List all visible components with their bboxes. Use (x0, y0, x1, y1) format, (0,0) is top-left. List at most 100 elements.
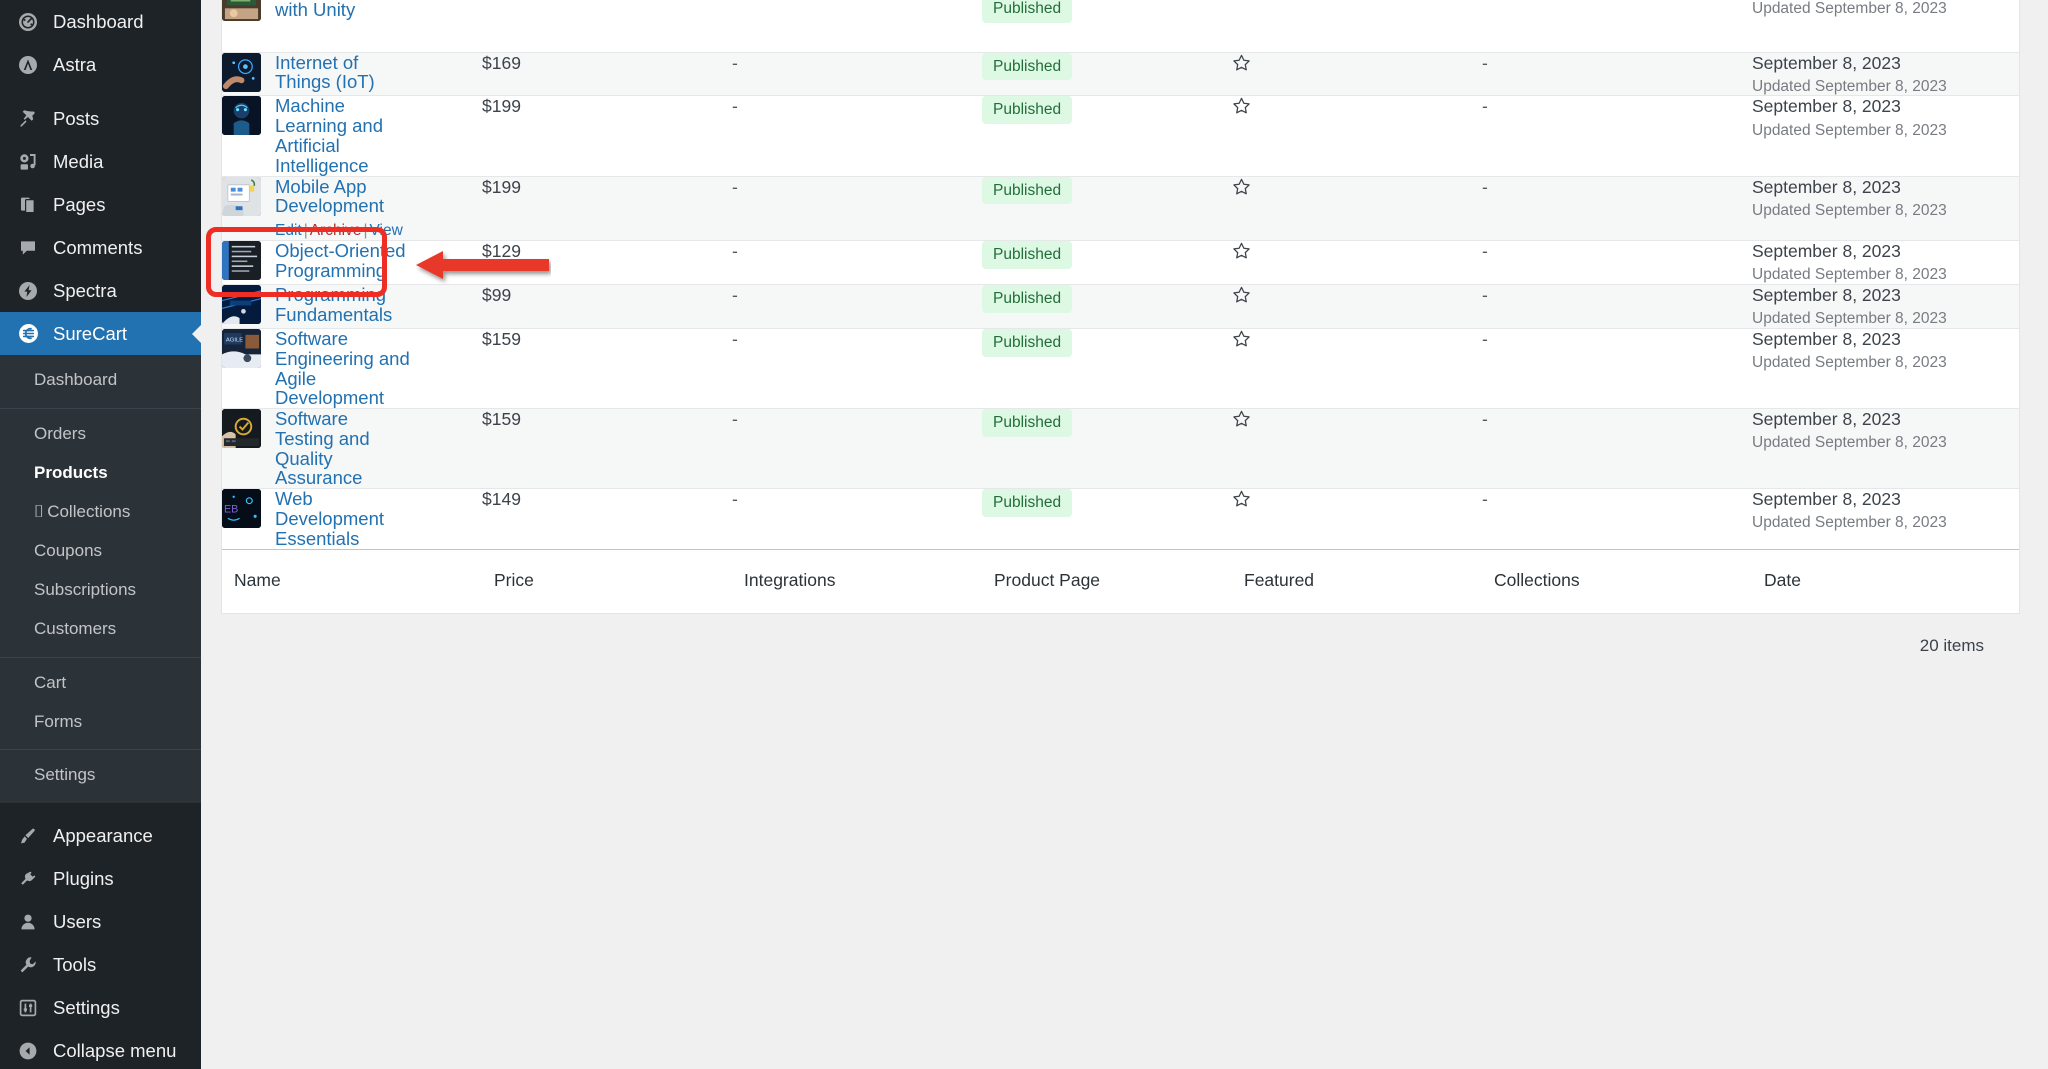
table-row[interactable]: AGILE Software Engineering and Agile Dev… (222, 329, 2019, 409)
sidebar-subitem-subscriptions[interactable]: Subscriptions (0, 571, 201, 610)
sidebar-item-tools[interactable]: Tools (0, 943, 201, 986)
star-outline-icon[interactable] (1232, 241, 1482, 260)
surecart-icon (14, 323, 42, 344)
table-row[interactable]: Software Testing and Quality Assurance $… (222, 409, 2019, 489)
sidebar-item-label: Plugins (53, 868, 114, 890)
archive-link[interactable]: Archive (310, 222, 362, 239)
sidebar-subitem-dashboard[interactable]: Dashboard (0, 361, 201, 400)
column-header-featured[interactable]: Featured (1232, 549, 1482, 613)
sidebar-item-label: Tools (53, 954, 96, 976)
product-date: September 8, 2023 (1752, 489, 2019, 509)
sidebar-item-posts[interactable]: Posts (0, 97, 201, 140)
product-name-link[interactable]: Programming Fundamentals (275, 285, 410, 325)
product-integrations: - (732, 241, 738, 261)
edit-link[interactable]: Edit (275, 222, 302, 239)
table-row[interactable]: Programming Fundamentals $99 - Published… (222, 285, 2019, 329)
status-badge: Published (982, 285, 1072, 313)
sidebar-item-astra[interactable]: Astra (0, 43, 201, 86)
star-outline-icon[interactable] (1232, 329, 1482, 348)
column-header-price[interactable]: Price (482, 549, 732, 613)
sidebar-item-users[interactable]: Users (0, 900, 201, 943)
product-collections: - (1482, 96, 1488, 116)
column-header-collections[interactable]: Collections (1482, 549, 1752, 613)
sidebar-subitem-orders[interactable]: Orders (0, 415, 201, 454)
product-collections: - (1482, 489, 1488, 509)
product-date-updated: Updated September 8, 2023 (1752, 354, 2019, 372)
product-name-link[interactable]: Software Engineering and Agile Developme… (275, 329, 410, 408)
sidebar-item-pages[interactable]: Pages (0, 183, 201, 226)
status-badge: Published (982, 489, 1072, 517)
main-content: with Unity Published Updated September 8… (201, 0, 2048, 1069)
product-name-cell: with Unity (222, 0, 482, 21)
table-row[interactable]: Machine Learning and Artificial Intellig… (222, 96, 2019, 176)
sidebar-subitem-forms[interactable]: Forms (0, 703, 201, 742)
sidebar-subitem-settings[interactable]: Settings (0, 756, 201, 795)
product-thumbnail (222, 0, 261, 21)
product-date: September 8, 2023 (1752, 241, 2019, 261)
product-name-link[interactable]: Mobile App Development (275, 177, 410, 217)
sidebar-subitem-cart[interactable]: Cart (0, 664, 201, 703)
sidebar-subitem-coupons[interactable]: Coupons (0, 532, 201, 571)
product-date: September 8, 2023 (1752, 409, 2019, 429)
sidebar-subitem-products[interactable]: Products (0, 454, 201, 493)
sidebar-item-comments[interactable]: Comments (0, 226, 201, 269)
product-price: $159 (482, 409, 521, 429)
sidebar-item-collapse-menu[interactable]: Collapse menu (0, 1029, 201, 1069)
star-outline-icon[interactable] (1232, 285, 1482, 304)
pages-icon (14, 195, 42, 215)
product-integrations: - (732, 53, 738, 73)
sidebar-item-appearance[interactable]: Appearance (0, 814, 201, 857)
sidebar-item-media[interactable]: Media (0, 140, 201, 183)
sidebar-item-settings[interactable]: Settings (0, 986, 201, 1029)
table-row[interactable]: Object-Oriented Programming $129 - Publi… (222, 241, 2019, 285)
product-integrations: - (732, 285, 738, 305)
sidebar-item-label: Collapse menu (53, 1040, 176, 1062)
product-date: September 8, 2023 (1752, 96, 2019, 116)
sidebar-item-plugins[interactable]: Plugins (0, 857, 201, 900)
table-row[interactable]: EB Web Development Essentials $149 - Pub… (222, 489, 2019, 549)
product-thumbnail (222, 285, 261, 324)
table-footer-header: Name Price Integrations Product Page Fea… (222, 549, 2019, 613)
sidebar-divider (0, 803, 201, 814)
table-row[interactable]: Internet of Things (IoT) $169 - Publishe… (222, 52, 2019, 96)
sidebar-item-label: Spectra (53, 280, 117, 302)
products-table-body: with Unity Published Updated September 8… (222, 0, 2019, 613)
sidebar-item-spectra[interactable]: Spectra (0, 269, 201, 312)
sidebar-item-surecart[interactable]: SureCart (0, 312, 201, 355)
submenu-divider (0, 657, 201, 658)
column-header-integrations[interactable]: Integrations (732, 549, 982, 613)
product-integrations: - (732, 329, 738, 349)
star-outline-icon[interactable] (1232, 489, 1482, 508)
paintbrush-icon (14, 826, 42, 846)
astra-icon (14, 55, 42, 75)
product-date-updated: Updated September 8, 2023 (1752, 514, 2019, 532)
star-outline-icon[interactable] (1232, 96, 1482, 115)
collapse-icon (14, 1041, 42, 1061)
product-price: $149 (482, 489, 521, 509)
column-header-name[interactable]: Name (222, 549, 482, 613)
product-name-link[interactable]: Web Development Essentials (275, 489, 410, 548)
star-outline-icon[interactable] (1232, 177, 1482, 196)
column-header-product-page[interactable]: Product Page (982, 549, 1232, 613)
table-row[interactable]: with Unity Published Updated September 8… (222, 0, 2019, 52)
product-name-link[interactable]: Internet of Things (IoT) (275, 53, 410, 93)
star-outline-icon[interactable] (1232, 53, 1482, 72)
table-row[interactable]: Mobile App Development Edit|Archive|View… (222, 176, 2019, 241)
product-name-link[interactable]: with Unity (275, 0, 355, 21)
status-badge: Published (982, 0, 1072, 23)
star-outline-icon[interactable] (1232, 409, 1482, 428)
sidebar-subitem-collections[interactable]: ⌷Collections (0, 493, 201, 532)
product-price: $199 (482, 96, 521, 116)
product-name-link[interactable]: Machine Learning and Artificial Intellig… (275, 96, 410, 175)
sidebar-item-label: Comments (53, 237, 142, 259)
product-name-link[interactable]: Software Testing and Quality Assurance (275, 409, 410, 488)
sidebar-subitem-customers[interactable]: Customers (0, 610, 201, 649)
action-separator: | (302, 222, 310, 239)
view-link[interactable]: View (369, 222, 402, 239)
sidebar-item-dashboard[interactable]: Dashboard (0, 0, 201, 43)
column-header-date[interactable]: Date (1752, 549, 2019, 613)
product-name-link[interactable]: Object-Oriented Programming (275, 241, 410, 281)
sidebar-item-label: Media (53, 151, 103, 173)
product-name-cell: Object-Oriented Programming (222, 241, 482, 281)
products-list-wrap: with Unity Published Updated September 8… (201, 0, 2048, 656)
